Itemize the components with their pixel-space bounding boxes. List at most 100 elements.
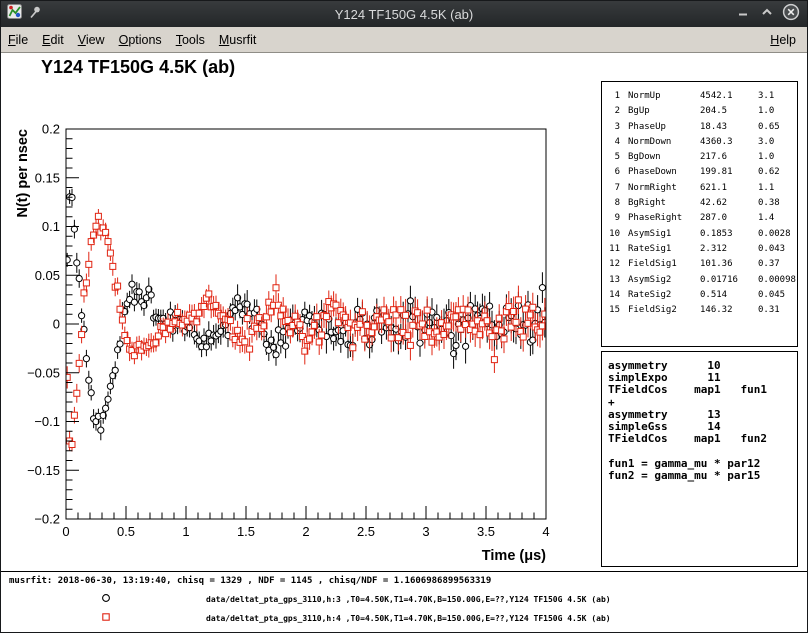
fit-status-line: musrfit: 2018-06-30, 13:19:40, chisq = 1…: [9, 576, 491, 586]
theory-text: asymmetry 10 simplExpo 11 TFieldCos map1…: [608, 360, 791, 482]
param-value: 42.62: [700, 196, 758, 211]
svg-text:1.5: 1.5: [237, 524, 255, 539]
param-number: 4: [607, 135, 620, 150]
param-error: 3.0: [758, 135, 774, 150]
param-number: 15: [607, 303, 620, 318]
param-value: 199.81: [700, 165, 758, 180]
theory-panel: asymmetry 10 simplExpo 11 TFieldCos map1…: [601, 351, 798, 567]
svg-text:0.5: 0.5: [117, 524, 135, 539]
legend-entry: data/deltat_pta_gps_3110,h:3 ,T0=4.50K,T…: [1, 591, 807, 607]
svg-text:−0.1: −0.1: [34, 414, 60, 429]
param-name: FieldSig1: [628, 257, 700, 272]
param-name: FieldSig2: [628, 303, 700, 318]
y-axis-title: N(t) per nsec: [15, 129, 31, 218]
param-number: 13: [607, 273, 620, 288]
param-value: 146.32: [700, 303, 758, 318]
musrfit-app-icon: [7, 4, 22, 24]
param-error: 0.0028: [758, 227, 791, 242]
param-value: 287.0: [700, 211, 758, 226]
pin-icon[interactable]: [28, 5, 42, 24]
param-name: NormUp: [628, 89, 700, 104]
menu-item-view[interactable]: View: [71, 29, 112, 51]
svg-text:0.2: 0.2: [42, 122, 60, 137]
param-number: 1: [607, 89, 620, 104]
svg-text:4: 4: [542, 524, 549, 539]
param-value: 204.5: [700, 104, 758, 119]
menu-bar: FileEditViewOptionsToolsMusrfit Help: [1, 27, 807, 53]
param-name: BgUp: [628, 104, 700, 119]
param-name: NormRight: [628, 181, 700, 196]
y-axis: −0.2−0.15−0.1−0.0500.050.10.150.2: [27, 122, 79, 527]
legend-marker-circle: [99, 591, 113, 610]
parameter-row: 7 NormRight621.11.1: [602, 181, 797, 196]
parameter-row: 14RateSig20.5140.045: [602, 288, 797, 303]
svg-text:0: 0: [62, 524, 69, 539]
x-axis-title: Time (μs): [482, 548, 546, 564]
param-number: 2: [607, 104, 620, 119]
parameter-row: 1NormUp4542.13.1: [602, 89, 797, 104]
param-value: 18.43: [700, 120, 758, 135]
root-canvas: Y124 TF150G 4.5K (ab) 0 0.5 1 1.5 2 2.5 3 3.5 4 −…: [1, 53, 807, 632]
param-value: 101.36: [700, 257, 758, 272]
param-value: 0.514: [700, 288, 758, 303]
param-number: 10: [607, 227, 620, 242]
menu-item-musrfit[interactable]: Musrfit: [212, 29, 264, 51]
menu-item-file[interactable]: File: [1, 29, 35, 51]
plot-title: Y124 TF150G 4.5K (ab): [41, 57, 235, 78]
parameter-panel: 1NormUp4542.13.12BgUp204.51.03PhaseUp18.…: [601, 81, 798, 347]
param-error: 0.31: [758, 303, 780, 318]
maximize-button[interactable]: [758, 5, 776, 23]
param-number: 7: [607, 181, 620, 196]
legend-label: data/deltat_pta_gps_3110,h:4 ,T0=4.50K,T…: [206, 614, 611, 623]
data-series-h3: [64, 189, 548, 440]
param-error: 1.1: [758, 181, 774, 196]
param-error: 0.38: [758, 196, 780, 211]
parameter-row: 4NormDown4360.33.0: [602, 135, 797, 150]
param-name: BgRight: [628, 196, 700, 211]
param-name: AsymSig1: [628, 227, 700, 242]
parameter-row: 10AsymSig10.18530.0028: [602, 227, 797, 242]
svg-text:3: 3: [422, 524, 429, 539]
svg-text:0.1: 0.1: [42, 219, 60, 234]
param-name: RateSig1: [628, 242, 700, 257]
param-number: 12: [607, 257, 620, 272]
param-name: PhaseRight: [628, 211, 700, 226]
param-number: 5: [607, 150, 620, 165]
param-value: 621.1: [700, 181, 758, 196]
parameter-row: 9 PhaseRight287.01.4: [602, 211, 797, 226]
legend-marker-square: [99, 610, 113, 629]
parameter-row: 2BgUp204.51.0: [602, 104, 797, 119]
svg-text:3.5: 3.5: [477, 524, 495, 539]
menu-item-edit[interactable]: Edit: [35, 29, 71, 51]
param-value: 0.01716: [700, 273, 758, 288]
param-name: PhaseDown: [628, 165, 700, 180]
svg-text:−0.05: −0.05: [27, 365, 60, 380]
plot-area[interactable]: 00.511.522.533.54−0.2−0.15−0.1−0.0500.05…: [1, 111, 576, 567]
parameter-row: 12FieldSig1101.360.37: [602, 257, 797, 272]
menu-item-help[interactable]: Help: [763, 29, 803, 51]
param-value: 4542.1: [700, 89, 758, 104]
param-value: 217.6: [700, 150, 758, 165]
parameter-row: 3PhaseUp18.430.65: [602, 120, 797, 135]
legend-entry: data/deltat_pta_gps_3110,h:4 ,T0=4.50K,T…: [1, 610, 807, 626]
menu-item-options[interactable]: Options: [112, 29, 169, 51]
minimize-icon: [737, 5, 749, 23]
param-name: NormDown: [628, 135, 700, 150]
svg-text:1: 1: [182, 524, 189, 539]
svg-text:2: 2: [302, 524, 309, 539]
close-button[interactable]: [782, 5, 800, 23]
parameter-row: 6PhaseDown199.810.62: [602, 165, 797, 180]
svg-text:2.5: 2.5: [357, 524, 375, 539]
parameter-row: 11RateSig12.3120.043: [602, 242, 797, 257]
param-error: 0.65: [758, 120, 780, 135]
param-number: 8: [607, 196, 620, 211]
parameter-row: 5BgDown217.61.0: [602, 150, 797, 165]
param-number: 11: [607, 242, 620, 257]
title-bar[interactable]: Y124 TF150G 4.5K (ab): [1, 1, 807, 27]
parameter-row: 13AsymSig20.017160.00098: [602, 273, 797, 288]
minimize-button[interactable]: [734, 5, 752, 23]
param-error: 1.4: [758, 211, 774, 226]
param-number: 9: [607, 211, 620, 226]
param-name: BgDown: [628, 150, 700, 165]
menu-item-tools[interactable]: Tools: [169, 29, 212, 51]
